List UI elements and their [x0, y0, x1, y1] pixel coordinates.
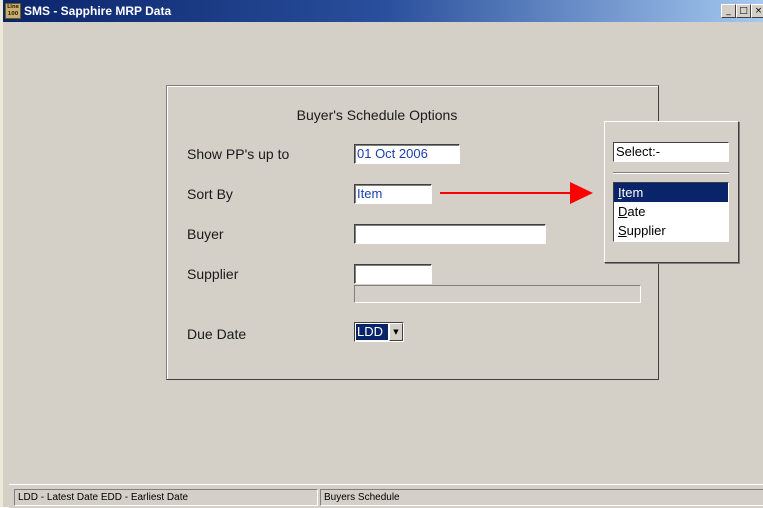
sort-option-item[interactable]: Item	[614, 183, 728, 202]
popup-header: Select:-	[613, 142, 729, 162]
sort-option-date[interactable]: Date	[614, 202, 728, 221]
sort-option-supplier[interactable]: Supplier	[614, 221, 728, 240]
status-screen-name: Buyers Schedule	[320, 489, 763, 506]
status-legend: LDD - Latest Date EDD - Earliest Date	[14, 489, 318, 506]
annotation-arrow-head	[570, 182, 593, 204]
status-bar: LDD - Latest Date EDD - Earliest Date Bu…	[9, 484, 763, 508]
application-window: Line 100 SMS - Sapphire MRP Data _ □ × B…	[0, 0, 763, 508]
popup-separator	[613, 172, 729, 174]
sort-by-popup: Select:- Item Date Supplier	[604, 121, 739, 263]
sort-options-list[interactable]: Item Date Supplier	[613, 182, 729, 242]
